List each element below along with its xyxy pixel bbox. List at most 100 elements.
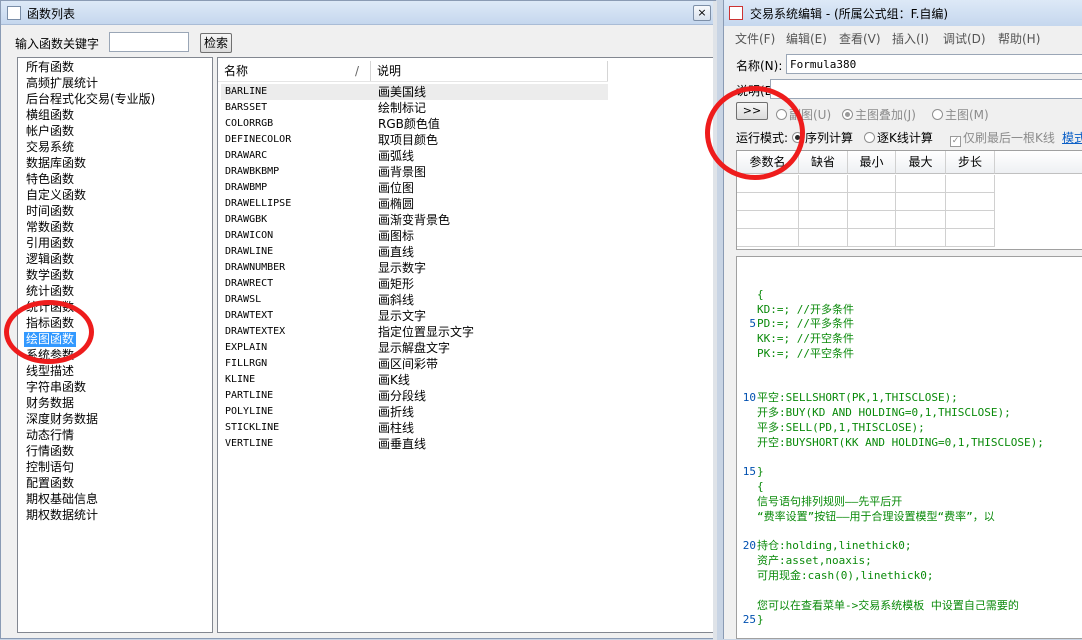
table-row[interactable]: DRAWELLIPSE 画椭圆 bbox=[221, 196, 608, 212]
function-description: 画位图 bbox=[378, 181, 415, 195]
category-item[interactable]: 特色函数 bbox=[24, 172, 76, 187]
category-item[interactable]: 高频扩展统计 bbox=[24, 76, 100, 91]
param-cell[interactable] bbox=[946, 175, 995, 193]
category-item[interactable]: 动态行情 bbox=[24, 428, 76, 443]
table-row[interactable]: BARSSET 绘制标记 bbox=[221, 100, 608, 116]
table-row[interactable]: DRAWICON 画图标 bbox=[221, 228, 608, 244]
category-item[interactable]: 统计函数 bbox=[24, 284, 76, 299]
table-row[interactable]: VERTLINE 画垂直线 bbox=[221, 436, 608, 452]
table-row[interactable]: DRAWBMP 画位图 bbox=[221, 180, 608, 196]
param-cell[interactable] bbox=[848, 229, 896, 247]
category-item[interactable]: 常数函数 bbox=[24, 220, 76, 235]
chart-option-radio[interactable]: 主图叠加(J) bbox=[842, 106, 916, 123]
table-row[interactable]: BARLINE 画美国线 bbox=[221, 84, 608, 100]
last-bar-only-checkbox[interactable]: ✓ 仅刷最后一根K线 bbox=[950, 129, 1055, 147]
param-cell[interactable] bbox=[946, 229, 995, 247]
column-header-name-label: 名称 bbox=[224, 64, 249, 78]
category-item[interactable]: 字符串函数 bbox=[24, 380, 88, 395]
table-row[interactable]: DRAWARC 画弧线 bbox=[221, 148, 608, 164]
param-cell[interactable] bbox=[896, 193, 946, 211]
run-mode-label: 序列计算 bbox=[805, 131, 854, 145]
param-cell[interactable] bbox=[896, 175, 946, 193]
function-table[interactable]: 名称 / 说明 BARLINE 画美国线 BARSSET 绘制标记 COLORRGB RG… bbox=[217, 57, 714, 633]
description-input[interactable] bbox=[770, 79, 1082, 99]
menu-item[interactable]: 帮助(H) bbox=[998, 30, 1040, 47]
category-item[interactable]: 数学函数 bbox=[24, 268, 76, 283]
table-row[interactable]: DRAWNUMBER 显示数字 bbox=[221, 260, 608, 276]
table-row[interactable]: FILLRGN 画区间彩带 bbox=[221, 356, 608, 372]
splitter[interactable] bbox=[713, 1, 717, 640]
param-cell[interactable] bbox=[737, 211, 799, 229]
code-editor[interactable]: {KD:=; //开多条件 5 PD:=; //平多条件 KK:=; //开空条件 PK… bbox=[736, 256, 1082, 639]
param-cell[interactable] bbox=[896, 211, 946, 229]
table-row[interactable]: COLORRGB RGB颜色值 bbox=[221, 116, 608, 132]
keyword-input[interactable] bbox=[109, 32, 189, 52]
category-item[interactable]: 期权基础信息 bbox=[24, 492, 100, 507]
column-header-desc[interactable]: 说明 bbox=[371, 61, 608, 81]
param-cell[interactable] bbox=[848, 193, 896, 211]
param-column-header[interactable]: 步长 bbox=[946, 151, 995, 174]
category-item[interactable]: 所有函数 bbox=[24, 60, 76, 75]
param-column-header[interactable]: 最小 bbox=[848, 151, 896, 174]
param-cell[interactable] bbox=[737, 193, 799, 211]
table-row[interactable]: STICKLINE 画柱线 bbox=[221, 420, 608, 436]
category-item[interactable]: 横组函数 bbox=[24, 108, 76, 123]
param-cell[interactable] bbox=[946, 211, 995, 229]
category-item[interactable]: 线型描述 bbox=[24, 364, 76, 379]
category-item[interactable]: 后台程式化交易(专业版) bbox=[24, 92, 157, 107]
column-header-name[interactable]: 名称 / bbox=[218, 61, 371, 81]
category-item[interactable]: 引用函数 bbox=[24, 236, 76, 251]
menu-item[interactable]: 插入(I) bbox=[892, 30, 929, 47]
category-item[interactable]: 行情函数 bbox=[24, 444, 76, 459]
category-item[interactable]: 深度财务数据 bbox=[24, 412, 100, 427]
param-column-header[interactable]: 最大 bbox=[896, 151, 946, 174]
window-title-bar[interactable]: 交易系统编辑 - (所属公式组：F.自编) bbox=[724, 0, 1082, 26]
param-cell[interactable] bbox=[896, 229, 946, 247]
param-cell[interactable] bbox=[799, 229, 848, 247]
menu-item[interactable]: 编辑(E) bbox=[786, 30, 827, 47]
param-cell[interactable] bbox=[737, 229, 799, 247]
mode-link[interactable]: 模式 bbox=[1062, 129, 1082, 146]
category-item[interactable]: 自定义函数 bbox=[24, 188, 88, 203]
param-cell[interactable] bbox=[848, 175, 896, 193]
category-item[interactable]: 配置函数 bbox=[24, 476, 76, 491]
category-item[interactable]: 时间函数 bbox=[24, 204, 76, 219]
param-cell[interactable] bbox=[848, 211, 896, 229]
table-row[interactable]: DRAWGBK 画渐变背景色 bbox=[221, 212, 608, 228]
category-item[interactable]: 数据库函数 bbox=[24, 156, 88, 171]
menu-item[interactable]: 调试(D) bbox=[943, 30, 986, 47]
category-item[interactable]: 财务数据 bbox=[24, 396, 76, 411]
search-button[interactable]: 检索 bbox=[200, 33, 232, 53]
table-row[interactable]: DRAWBKBMP 画背景图 bbox=[221, 164, 608, 180]
table-row[interactable]: PARTLINE 画分段线 bbox=[221, 388, 608, 404]
category-item[interactable]: 交易系统 bbox=[24, 140, 76, 155]
table-row[interactable]: DRAWRECT 画矩形 bbox=[221, 276, 608, 292]
table-row[interactable]: DEFINECOLOR 取项目颜色 bbox=[221, 132, 608, 148]
category-item[interactable]: 期权数据统计 bbox=[24, 508, 100, 523]
keyword-label: 输入函数关键字 bbox=[15, 37, 100, 51]
param-cell[interactable] bbox=[799, 211, 848, 229]
table-row[interactable]: DRAWSL 画斜线 bbox=[221, 292, 608, 308]
param-cell[interactable] bbox=[946, 193, 995, 211]
table-row[interactable]: DRAWTEXTEX 指定位置显示文字 bbox=[221, 324, 608, 340]
param-cell[interactable] bbox=[799, 193, 848, 211]
formula-name-input[interactable] bbox=[786, 54, 1082, 74]
category-item[interactable]: 控制语句 bbox=[24, 460, 76, 475]
function-description: 显示数字 bbox=[378, 261, 427, 275]
param-column-header[interactable]: 缺省 bbox=[799, 151, 848, 174]
table-row[interactable]: KLINE 画K线 bbox=[221, 372, 608, 388]
table-row[interactable]: POLYLINE 画折线 bbox=[221, 404, 608, 420]
run-mode-radio[interactable]: 逐K线计算 bbox=[864, 129, 933, 146]
category-item[interactable]: 逻辑函数 bbox=[24, 252, 76, 267]
chart-option-radio[interactable]: 主图(M) bbox=[932, 106, 989, 123]
table-row[interactable]: DRAWTEXT 显示文字 bbox=[221, 308, 608, 324]
param-cell[interactable] bbox=[799, 175, 848, 193]
menu-item[interactable]: 文件(F) bbox=[735, 30, 775, 47]
table-row[interactable]: EXPLAIN 显示解盘文字 bbox=[221, 340, 608, 356]
close-icon[interactable]: × bbox=[693, 5, 711, 21]
dialog-title-bar[interactable]: 函数列表 × bbox=[1, 1, 715, 25]
menu-item[interactable]: 查看(V) bbox=[839, 30, 881, 47]
table-row[interactable]: DRAWLINE 画直线 bbox=[221, 244, 608, 260]
category-item[interactable]: 帐户函数 bbox=[24, 124, 76, 139]
code-text: } bbox=[757, 613, 764, 627]
